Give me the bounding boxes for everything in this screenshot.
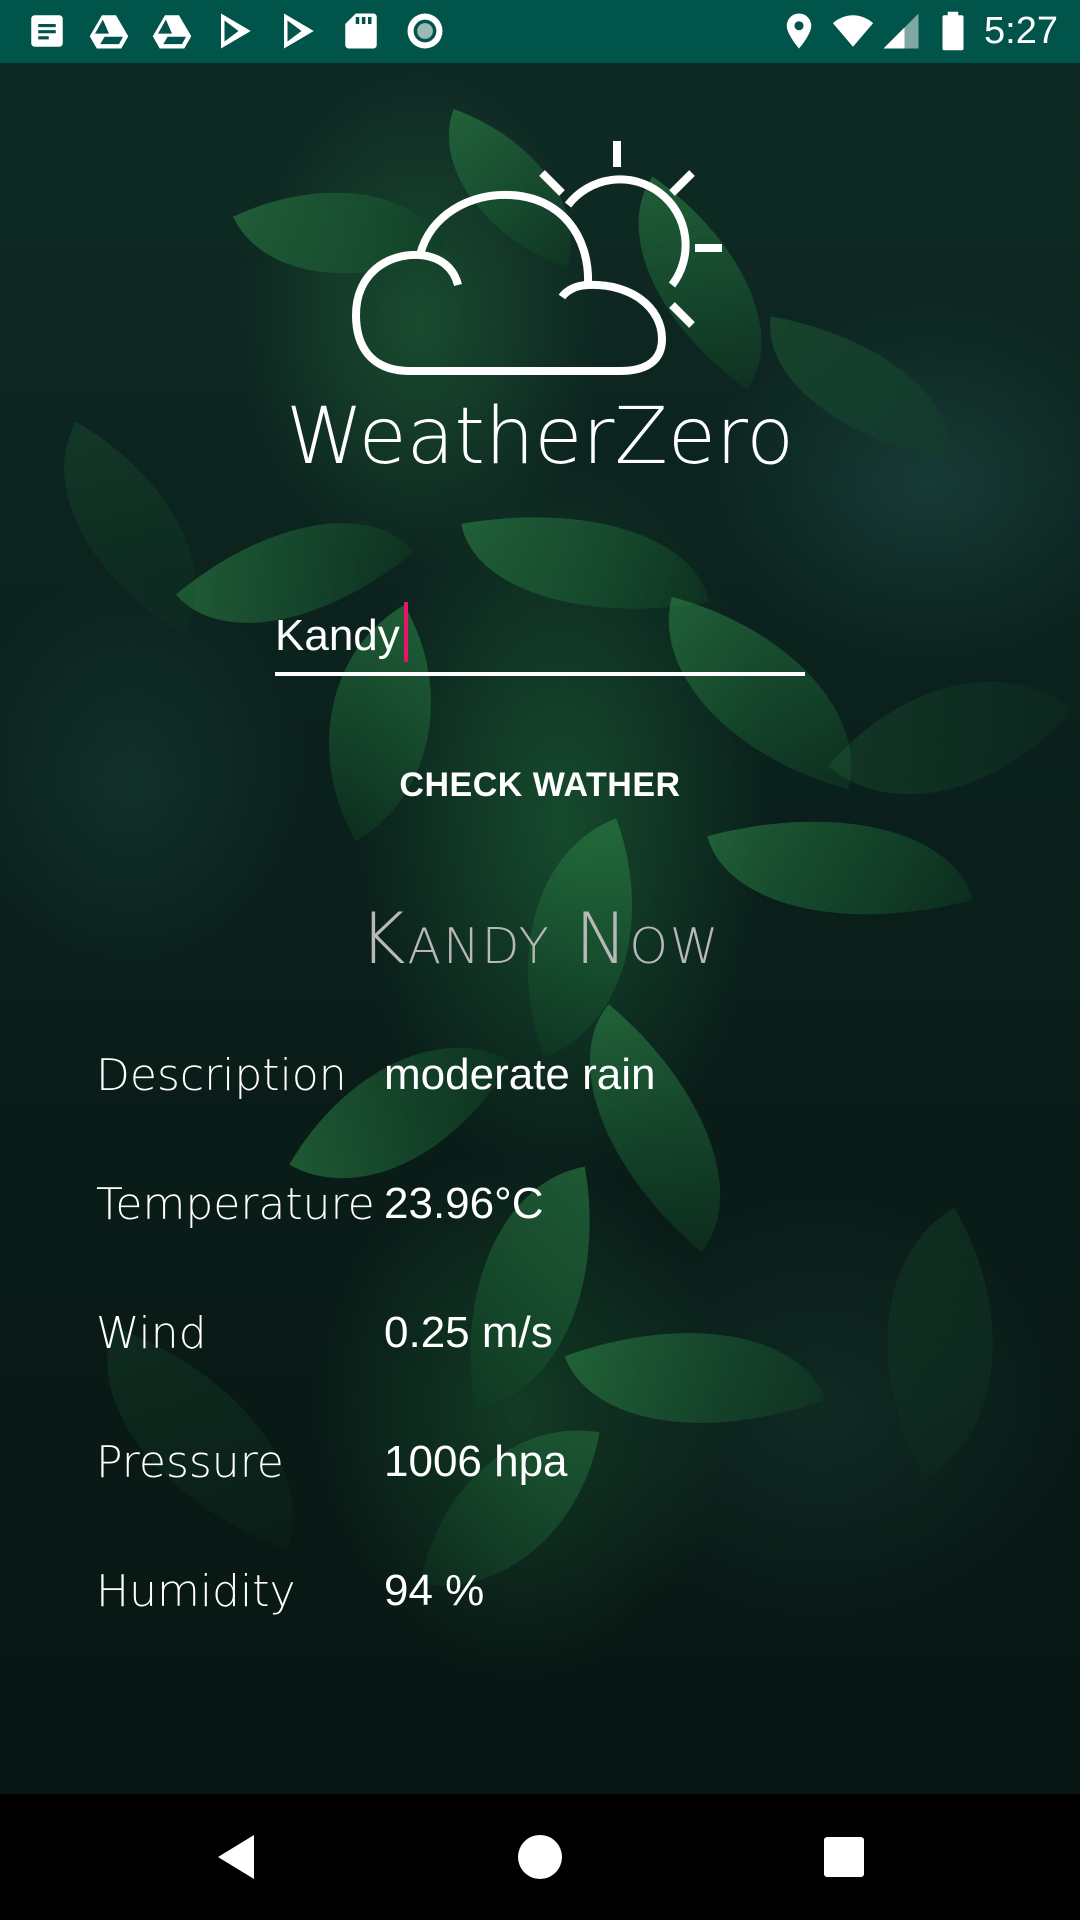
detail-value: moderate rain <box>384 1050 656 1099</box>
drive-icon <box>88 10 130 52</box>
detail-row-description: Description moderate rain <box>96 1050 996 1179</box>
check-weather-button[interactable]: CHECK WATHER <box>370 750 710 820</box>
weather-details: Description moderate rain Temperature 23… <box>96 1050 996 1695</box>
app-title: WeatherZero <box>286 392 794 482</box>
result-heading: Kandy Now <box>359 898 721 980</box>
notes-icon <box>26 10 68 52</box>
detail-value: 23.96°C <box>384 1179 544 1228</box>
navigation-bar <box>0 1794 1080 1920</box>
detail-row-temperature: Temperature 23.96°C <box>96 1179 996 1308</box>
detail-value: 1006 hpa <box>384 1437 568 1486</box>
status-time: 5:27 <box>984 10 1058 52</box>
city-input[interactable] <box>275 600 805 676</box>
detail-row-pressure: Pressure 1006 hpa <box>96 1437 996 1566</box>
back-icon[interactable] <box>206 1827 266 1887</box>
signal-icon <box>880 10 922 52</box>
location-icon <box>778 10 820 52</box>
battery-icon <box>932 10 974 52</box>
wifi-icon <box>832 10 874 52</box>
play-store-icon <box>277 10 319 52</box>
detail-label: Pressure <box>96 1437 284 1488</box>
detail-label: Temperature <box>96 1179 375 1230</box>
play-store-icon <box>214 10 256 52</box>
detail-row-humidity: Humidity 94 % <box>96 1566 996 1695</box>
status-bar: 5:27 <box>0 0 1080 63</box>
recents-icon[interactable] <box>814 1827 874 1887</box>
detail-row-wind: Wind 0.25 m/s <box>96 1308 996 1437</box>
detail-value: 0.25 m/s <box>384 1308 553 1357</box>
drive-icon <box>151 10 193 52</box>
record-icon <box>404 10 446 52</box>
text-cursor <box>404 602 408 662</box>
detail-label: Wind <box>96 1308 207 1359</box>
sun-cloud-icon <box>350 135 730 385</box>
sd-card-icon <box>340 10 382 52</box>
home-icon[interactable] <box>510 1827 570 1887</box>
detail-label: Description <box>96 1050 347 1101</box>
detail-value: 94 % <box>384 1566 485 1615</box>
detail-label: Humidity <box>96 1566 296 1617</box>
